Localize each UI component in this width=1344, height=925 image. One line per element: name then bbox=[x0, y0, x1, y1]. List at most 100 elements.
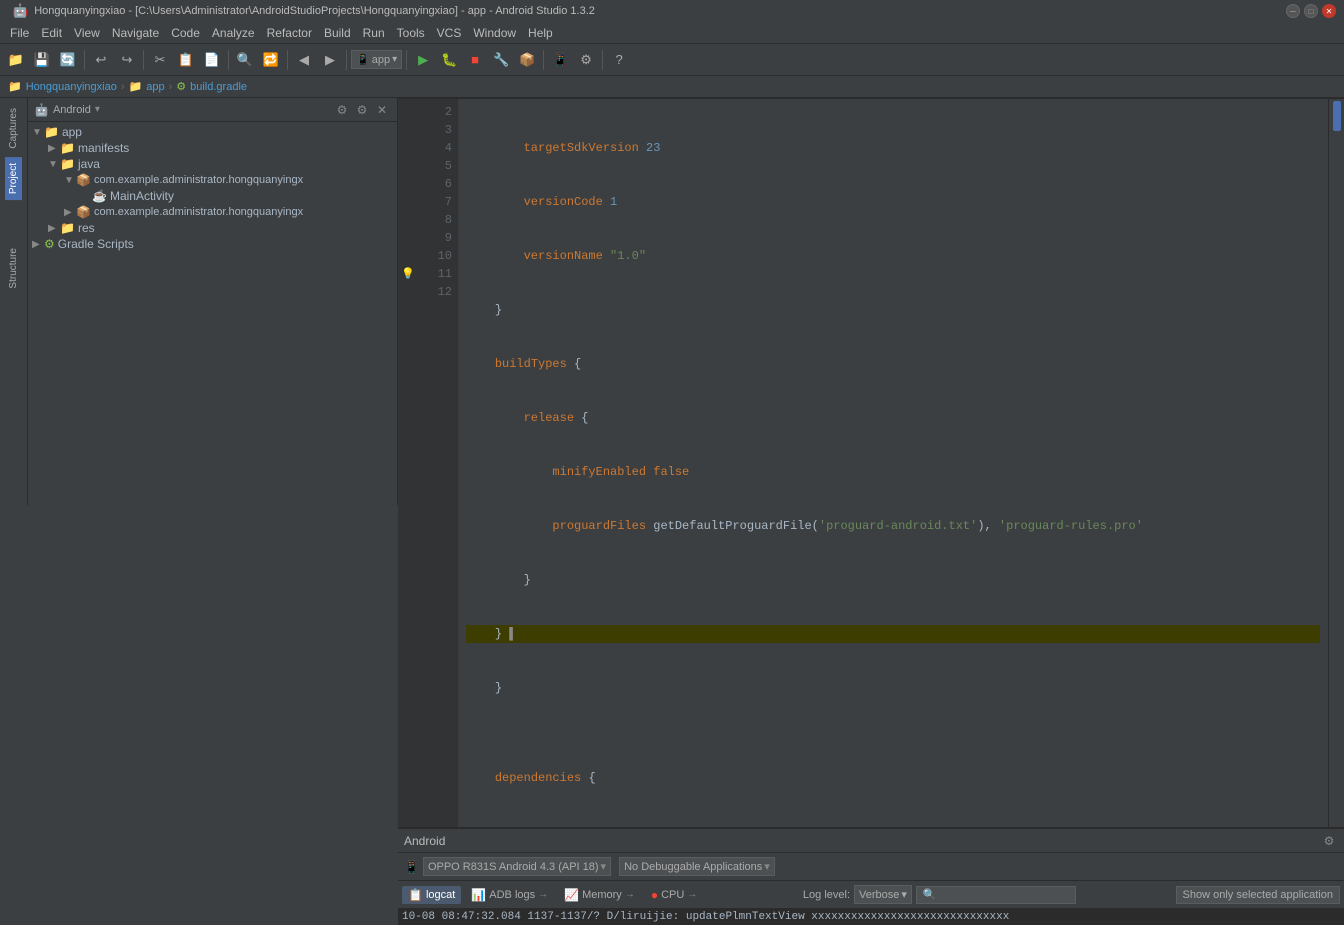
sdk-manager-btn[interactable]: ⚙ bbox=[574, 48, 598, 72]
paste-btn[interactable]: 📄 bbox=[200, 48, 224, 72]
tree-item-pkg2[interactable]: ▶ 📦 com.example.administrator.hongquanyi… bbox=[28, 204, 397, 220]
menu-tools[interactable]: Tools bbox=[391, 24, 431, 42]
menu-window[interactable]: Window bbox=[467, 24, 522, 42]
sdk-btn[interactable]: 📦 bbox=[515, 48, 539, 72]
folder-icon-pkg1: 📦 bbox=[76, 173, 91, 187]
log-level-value: Verbose bbox=[859, 889, 899, 901]
tree-item-gradle[interactable]: ▶ ⚙ Gradle Scripts bbox=[28, 236, 397, 252]
menu-view[interactable]: View bbox=[68, 24, 106, 42]
menu-build[interactable]: Build bbox=[318, 24, 357, 42]
panel-close-btn[interactable]: ✕ bbox=[373, 101, 391, 119]
menu-file[interactable]: File bbox=[4, 24, 35, 42]
run-btn[interactable]: ▶ bbox=[411, 48, 435, 72]
device-combo[interactable]: OPPO R831S Android 4.3 (API 18) ▾ bbox=[423, 857, 611, 876]
breadcrumb-module[interactable]: app bbox=[146, 81, 164, 93]
panel-title: 🤖 Android ▾ bbox=[34, 103, 100, 117]
tab-memory-label: Memory bbox=[582, 889, 622, 901]
redo-btn[interactable]: ↪ bbox=[115, 48, 139, 72]
adb-icon: 📊 bbox=[471, 888, 486, 902]
menu-code[interactable]: Code bbox=[165, 24, 206, 42]
app-combo[interactable]: No Debuggable Applications ▾ bbox=[619, 857, 775, 876]
sync-btn[interactable]: 🔄 bbox=[56, 48, 80, 72]
device-selector-row: 📱 OPPO R831S Android 4.3 (API 18) ▾ No D… bbox=[398, 853, 1344, 881]
tree-item-pkg1[interactable]: ▼ 📦 com.example.administrator.hongquanyi… bbox=[28, 172, 397, 188]
editor-section: ☕ MainActivity.java ✕ 📄 activity_main.xm… bbox=[398, 98, 1344, 505]
code-line-7: minifyEnabled false bbox=[466, 463, 1320, 481]
log-entry: 10-08 08:47:32.084 1137-1137/? D/liruiji… bbox=[402, 911, 1009, 923]
gutter-lightbulb[interactable]: 💡 bbox=[398, 265, 418, 283]
panel-sync-btn[interactable]: ⚙ bbox=[333, 101, 351, 119]
show-only-selected-btn[interactable]: Show only selected application bbox=[1176, 886, 1340, 904]
panel-settings-btn[interactable]: ⚙ bbox=[353, 101, 371, 119]
copy-btn[interactable]: 📋 bbox=[174, 48, 198, 72]
breadcrumb-file[interactable]: build.gradle bbox=[190, 81, 247, 93]
code-line-13: dependencies { bbox=[466, 769, 1320, 787]
tree-label-manifests: manifests bbox=[78, 141, 129, 155]
nav-back-btn[interactable]: ◀ bbox=[292, 48, 316, 72]
close-button[interactable]: ✕ bbox=[1322, 4, 1336, 18]
folder-icon-app: 📁 bbox=[44, 125, 59, 139]
replace-btn[interactable]: 🔁 bbox=[259, 48, 283, 72]
tree-arrow-res: ▶ bbox=[48, 223, 60, 234]
maximize-button[interactable]: □ bbox=[1304, 4, 1318, 18]
tab-adb-logs[interactable]: 📊 ADB logs → bbox=[465, 886, 554, 904]
folder-icon-pkg2: 📦 bbox=[76, 205, 91, 219]
tree-item-java[interactable]: ▼ 📁 java bbox=[28, 156, 397, 172]
sidebar-tab-captures[interactable]: Captures bbox=[5, 102, 22, 155]
new-file-btn[interactable]: 📁 bbox=[4, 48, 28, 72]
help-btn[interactable]: ? bbox=[607, 48, 631, 72]
stop-btn[interactable]: ■ bbox=[463, 48, 487, 72]
tab-logcat[interactable]: 📋 logcat bbox=[402, 886, 461, 904]
undo-btn[interactable]: ↩ bbox=[89, 48, 113, 72]
tab-memory[interactable]: 📈 Memory → bbox=[558, 886, 641, 904]
sep8 bbox=[602, 50, 603, 70]
tab-adb-label: ADB logs bbox=[489, 889, 535, 901]
code-line-9: } bbox=[466, 571, 1320, 589]
minimize-button[interactable]: ─ bbox=[1286, 4, 1300, 18]
log-search-input[interactable] bbox=[916, 886, 1076, 904]
tree-item-app[interactable]: ▼ 📁 app bbox=[28, 124, 397, 140]
tree-item-res[interactable]: ▶ 📁 res bbox=[28, 220, 397, 236]
cut-btn[interactable]: ✂ bbox=[148, 48, 172, 72]
menu-navigate[interactable]: Navigate bbox=[106, 24, 165, 42]
menu-refactor[interactable]: Refactor bbox=[261, 24, 318, 42]
nav-fwd-btn[interactable]: ▶ bbox=[318, 48, 342, 72]
scroll-thumb[interactable] bbox=[1333, 101, 1341, 131]
menu-edit[interactable]: Edit bbox=[35, 24, 68, 42]
tree-item-mainactivity[interactable]: ▶ ☕ MainActivity bbox=[28, 188, 397, 204]
breadcrumb-project[interactable]: Hongquanyingxiao bbox=[26, 81, 117, 93]
debug-btn[interactable]: 🐛 bbox=[437, 48, 461, 72]
avd-btn[interactable]: 📱 bbox=[548, 48, 572, 72]
device-combo-arrow: ▾ bbox=[601, 860, 607, 873]
scrollbar-right[interactable] bbox=[1328, 99, 1344, 827]
tree-label-pkg2: com.example.administrator.hongquanyingx bbox=[94, 206, 303, 218]
java-icon-main: ☕ bbox=[92, 189, 107, 203]
tab-logcat-label: logcat bbox=[426, 889, 455, 901]
tree-item-manifests[interactable]: ▶ 📁 manifests bbox=[28, 140, 397, 156]
ln-3: 3 bbox=[418, 121, 452, 139]
sidebar-tab-structure[interactable]: Structure bbox=[5, 242, 22, 295]
tab-cpu[interactable]: ● CPU → bbox=[645, 886, 703, 904]
log-content: 10-08 08:47:32.084 1137-1137/? D/liruiji… bbox=[398, 909, 1344, 925]
sidebar-tab-project[interactable]: Project bbox=[5, 157, 22, 200]
gutter-empty6 bbox=[398, 193, 418, 211]
menu-analyze[interactable]: Analyze bbox=[206, 24, 261, 42]
gradle-sync-btn[interactable]: 🔧 bbox=[489, 48, 513, 72]
search-btn[interactable]: 🔍 bbox=[233, 48, 257, 72]
bottom-settings-btn[interactable]: ⚙ bbox=[1320, 832, 1338, 850]
menu-run[interactable]: Run bbox=[357, 24, 391, 42]
tree-arrow-manifests: ▶ bbox=[48, 143, 60, 154]
menu-help[interactable]: Help bbox=[522, 24, 559, 42]
gradle-icon: ⚙ bbox=[44, 237, 55, 251]
tree-arrow-app: ▼ bbox=[32, 127, 44, 138]
gutter-empty4 bbox=[398, 157, 418, 175]
app-selector[interactable]: 📱 app ▾ bbox=[351, 50, 402, 69]
gutter-empty11 bbox=[398, 301, 418, 319]
save-btn[interactable]: 💾 bbox=[30, 48, 54, 72]
memory-icon: 📈 bbox=[564, 888, 579, 902]
bottom-panel: Android ⚙ 📱 OPPO R831S Android 4.3 (API … bbox=[398, 827, 1344, 925]
code-content[interactable]: targetSdkVersion 23 versionCode 1 versio… bbox=[458, 99, 1328, 827]
menu-vcs[interactable]: VCS bbox=[431, 24, 468, 42]
bottom-header-actions: ⚙ bbox=[1320, 832, 1338, 850]
log-level-select[interactable]: Verbose ▾ bbox=[854, 885, 912, 904]
